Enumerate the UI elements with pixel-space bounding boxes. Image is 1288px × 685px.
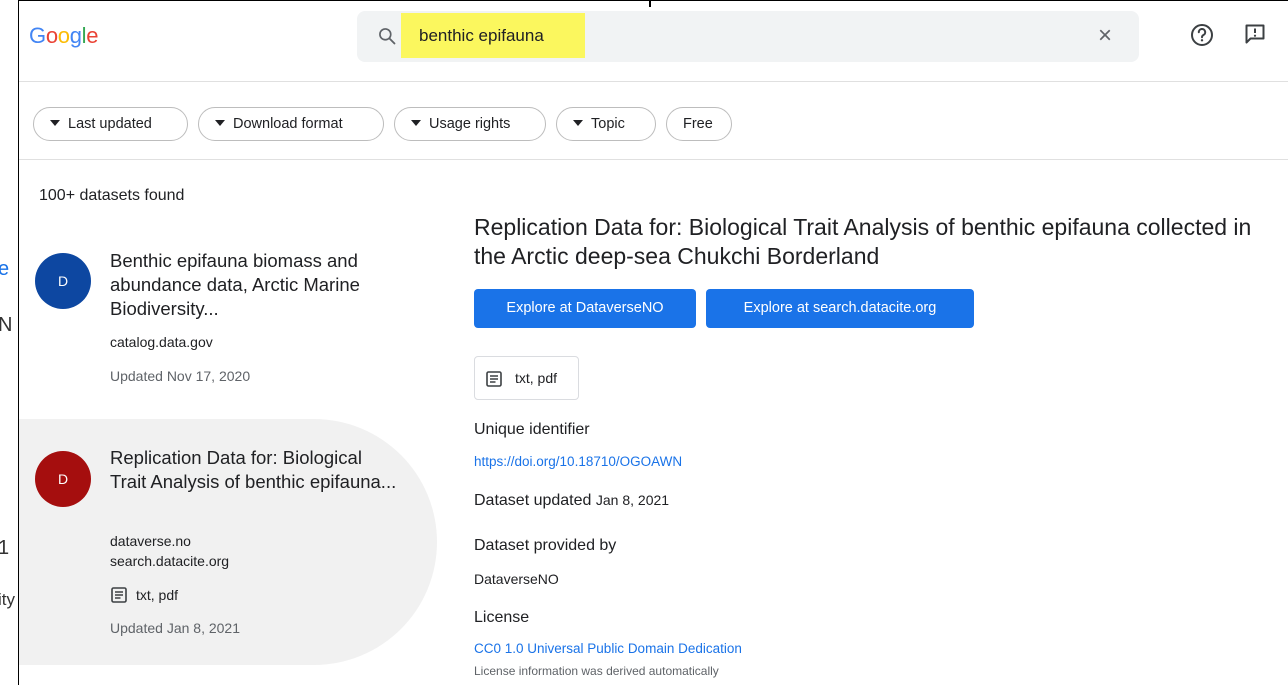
dataset-updated-row: Dataset updated Jan 8, 2021 <box>474 492 669 510</box>
dataset-title: Replication Data for: Biological Trait A… <box>474 214 1252 269</box>
filter-last-updated[interactable]: Last updated <box>33 107 188 141</box>
avatar: D <box>35 451 91 507</box>
dataset-updated-value: Jan 8, 2021 <box>595 492 670 508</box>
license-note: License information was derived automati… <box>474 664 719 678</box>
license-link[interactable]: CC0 1.0 Universal Public Domain Dedicati… <box>474 641 742 656</box>
result-updated: Updated Nov 17, 2020 <box>110 368 251 384</box>
result-updated: Updated Jan 8, 2021 <box>110 620 240 636</box>
explore-datacite-button[interactable]: Explore at search.datacite.org <box>706 289 974 328</box>
logo-letter: g <box>69 23 82 48</box>
google-logo[interactable]: Google <box>29 23 98 49</box>
explore-dataverseno-button[interactable]: Explore at DataverseNO <box>474 289 696 328</box>
result-title[interactable]: Replication Data for: Biological Trait A… <box>110 446 400 494</box>
close-icon[interactable]: × <box>1093 24 1117 48</box>
logo-letter: o <box>45 23 58 48</box>
logo-letter: e <box>86 23 99 48</box>
logo-letter: G <box>29 23 46 48</box>
help-circle-icon[interactable] <box>1189 22 1215 48</box>
unique-identifier-label: Unique identifier <box>474 421 590 438</box>
result-format: txt, pdf <box>136 587 179 603</box>
chip-label: Free <box>683 116 713 132</box>
search-box[interactable]: benthic epifauna × <box>357 11 1139 62</box>
chip-label: Download format <box>233 116 343 132</box>
chevron-down-icon <box>50 120 60 127</box>
background-fragment: 1 <box>0 537 10 559</box>
dataset-updated-label: Dataset updated <box>474 492 592 509</box>
result-source: search.datacite.org <box>110 553 230 569</box>
document-icon <box>111 587 127 603</box>
feedback-icon[interactable] <box>1244 23 1266 45</box>
logo-letter: o <box>57 23 70 48</box>
background-fragment: N <box>0 314 13 336</box>
license-label: License <box>474 609 530 626</box>
search-icon[interactable] <box>377 26 397 46</box>
filter-usage-rights[interactable]: Usage rights <box>394 107 546 141</box>
chevron-down-icon <box>215 120 225 127</box>
result-source: dataverse.no <box>110 533 191 549</box>
format-badge: txt, pdf <box>474 356 579 400</box>
background-fragment: ity <box>0 590 15 609</box>
provider-name: DataverseNO <box>474 571 559 587</box>
chevron-down-icon <box>573 120 583 127</box>
dataset-search-window: Google benthic epifauna × Last updated D… <box>18 0 1288 685</box>
doi-link[interactable]: https://doi.org/10.18710/OGOAWN <box>474 454 682 469</box>
chip-label: Topic <box>591 116 625 132</box>
results-count: 100+ datasets found <box>39 187 185 204</box>
avatar: D <box>35 253 91 309</box>
filter-topic[interactable]: Topic <box>556 107 656 141</box>
header-divider <box>19 81 1288 82</box>
document-icon <box>486 371 502 387</box>
filters-divider <box>19 159 1288 160</box>
chip-label: Last updated <box>68 116 152 132</box>
chevron-down-icon <box>411 120 421 127</box>
chip-label: Usage rights <box>429 116 511 132</box>
search-input[interactable]: benthic epifauna <box>419 26 544 46</box>
result-title[interactable]: Benthic epifauna biomass and abundance d… <box>110 249 400 321</box>
filter-free[interactable]: Free <box>666 107 732 141</box>
window-divider <box>649 1 651 7</box>
background-fragment: e <box>0 258 10 280</box>
provided-by-label: Dataset provided by <box>474 537 617 554</box>
format-label: txt, pdf <box>515 370 558 386</box>
filter-download-format[interactable]: Download format <box>198 107 384 141</box>
result-source: catalog.data.gov <box>110 334 213 350</box>
background-window: e N 1 ity <box>0 0 18 684</box>
